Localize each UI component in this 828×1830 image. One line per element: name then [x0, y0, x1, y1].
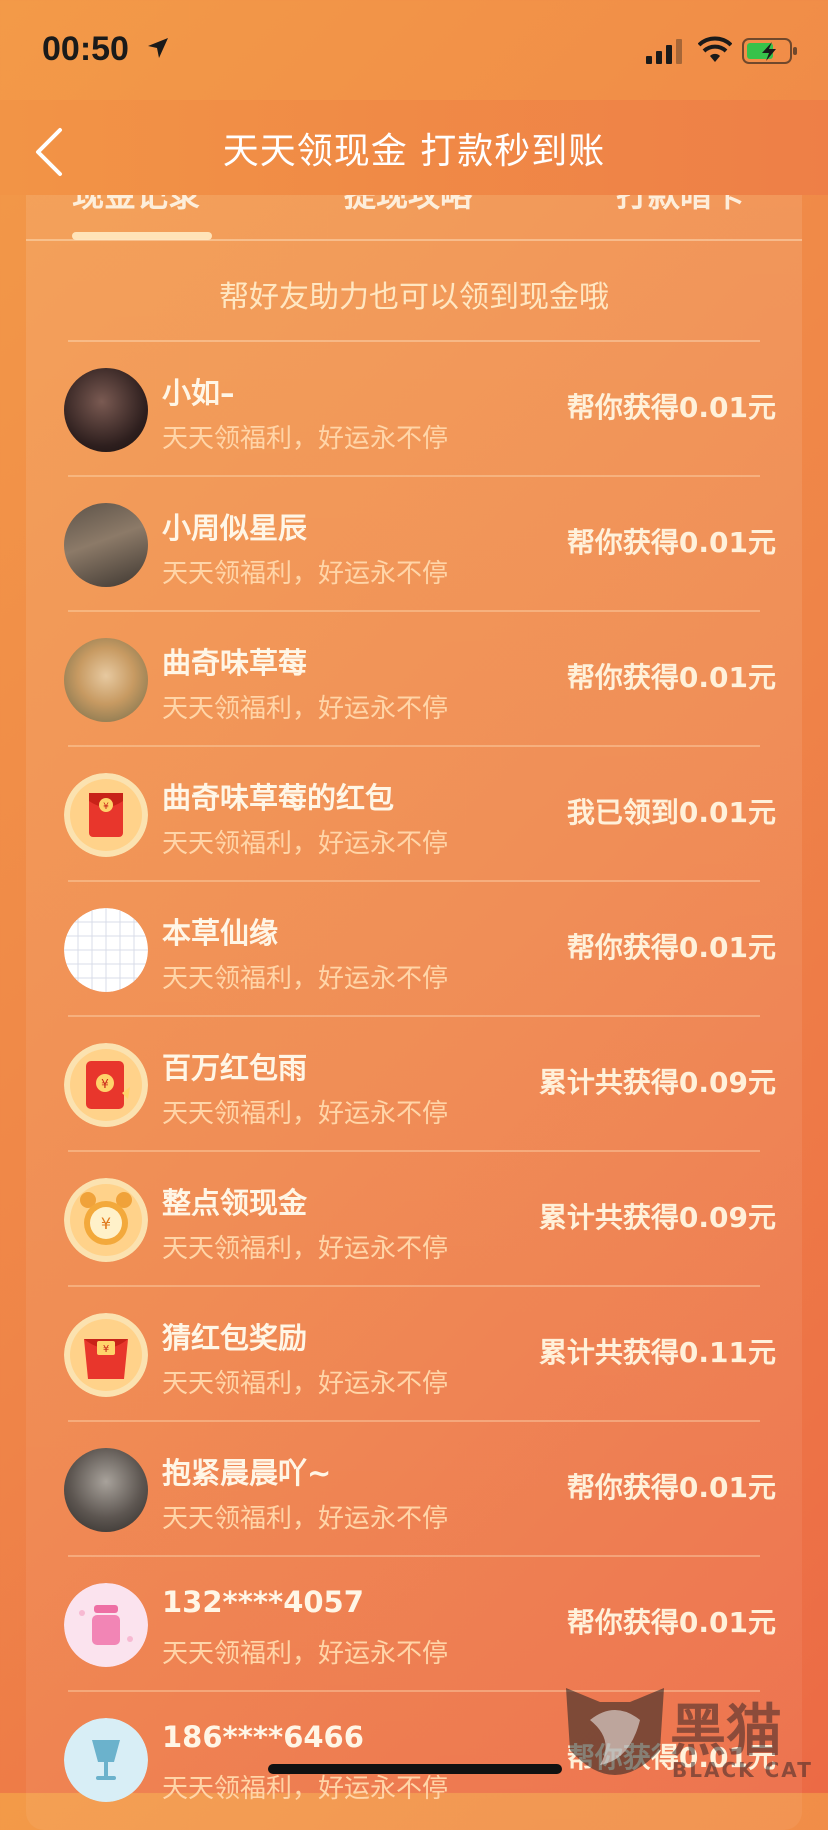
record-amount: 累计共获得0.09元: [538, 1066, 776, 1099]
alarm-clock-icon: ¥: [64, 1178, 148, 1262]
battery-charging-icon: [742, 38, 797, 64]
tabs-divider: [26, 239, 802, 241]
photo-avatar: [64, 503, 148, 587]
status-time: 00:50: [42, 30, 129, 68]
record-amount: 帮你获得0.01元: [566, 1471, 776, 1504]
record-amount: 帮你获得0.01元: [566, 661, 776, 694]
record-amount: 帮你获得0.01元: [566, 931, 776, 964]
watermark-subtext: BLACK CAT: [672, 1758, 813, 1782]
red-envelope-icon: ¥: [64, 773, 148, 857]
record-subtitle: 天天领福利，好运永不停: [162, 1099, 449, 1129]
record-row[interactable]: 小如– 天天领福利，好运永不停 帮你获得0.01元: [0, 342, 828, 477]
watermark-text: 黑猫: [670, 1699, 782, 1764]
invite-hint: 帮好友助力也可以领到现金哦: [219, 280, 609, 315]
record-name: 186****6466: [162, 1720, 364, 1754]
page-title: 天天领现金 打款秒到账: [222, 131, 606, 172]
blue-cup-avatar: [64, 1718, 148, 1802]
record-subtitle: 天天领福利，好运永不停: [162, 1639, 449, 1669]
record-amount: 帮你获得0.01元: [566, 526, 776, 559]
record-name: 小周似星辰: [162, 511, 308, 545]
record-amount: 累计共获得0.09元: [538, 1201, 776, 1234]
watermark: 黑猫 BLACK CAT: [560, 1680, 828, 1793]
record-name: 本草仙缘: [162, 916, 279, 950]
record-amount: 帮你获得0.01元: [566, 1606, 776, 1639]
record-name: 小如–: [162, 376, 235, 410]
record-row[interactable]: ¥ 整点领现金 天天领福利，好运永不停 累计共获得0.09元: [0, 1152, 828, 1287]
record-subtitle: 天天领福利，好运永不停: [162, 424, 449, 454]
svg-text:¥: ¥: [103, 802, 109, 812]
record-name: 猜红包奖励: [162, 1321, 308, 1355]
record-name: 曲奇味草莓的红包: [162, 781, 395, 815]
record-row[interactable]: 132****4057 天天领福利，好运永不停 帮你获得0.01元: [0, 1557, 828, 1692]
svg-text:¥: ¥: [101, 1214, 111, 1233]
photo-avatar: [64, 368, 148, 452]
record-row[interactable]: 本草仙缘 天天领福利，好运永不停 帮你获得0.01元: [0, 882, 828, 1017]
signal-icon: [646, 39, 682, 64]
record-row[interactable]: 抱紧晨晨吖~ 天天领福利，好运永不停 帮你获得0.01元: [0, 1422, 828, 1557]
nav-bar: 天天领现金 打款秒到账: [0, 100, 828, 195]
red-envelope-icon: ¥: [64, 1043, 148, 1127]
record-amount: 累计共获得0.11元: [538, 1336, 776, 1369]
record-row[interactable]: 曲奇味草莓 天天领福利，好运永不停 帮你获得0.01元: [0, 612, 828, 747]
record-row[interactable]: ¥ 曲奇味草莓的红包 天天领福利，好运永不停 我已领到0.01元: [0, 747, 828, 882]
location-arrow-icon: [148, 38, 168, 58]
red-bag-icon: ¥: [64, 1313, 148, 1397]
pink-jar-avatar: [64, 1583, 148, 1667]
svg-text:¥: ¥: [101, 1077, 109, 1091]
status-bar: 00:50: [0, 0, 828, 100]
record-name: 整点领现金: [162, 1186, 308, 1220]
home-indicator[interactable]: [268, 1764, 562, 1774]
grid-avatar: [64, 908, 148, 992]
record-subtitle: 天天领福利，好运永不停: [162, 1504, 449, 1534]
record-subtitle: 天天领福利，好运永不停: [162, 1234, 449, 1264]
record-row[interactable]: 小周似星辰 天天领福利，好运永不停 帮你获得0.01元: [0, 477, 828, 612]
record-amount: 帮你获得0.01元: [566, 391, 776, 424]
record-subtitle: 天天领福利，好运永不停: [162, 964, 449, 994]
record-row[interactable]: ¥ 猜红包奖励 天天领福利，好运永不停 累计共获得0.11元: [0, 1287, 828, 1422]
record-row[interactable]: ¥ 百万红包雨 天天领福利，好运永不停 累计共获得0.09元: [0, 1017, 828, 1152]
black-cat-logo-icon: [566, 1688, 664, 1775]
record-subtitle: 天天领福利，好运永不停: [162, 559, 449, 589]
record-name: 抱紧晨晨吖~: [162, 1456, 332, 1490]
record-subtitle: 天天领福利，好运永不停: [162, 694, 449, 724]
photo-avatar: [64, 1448, 148, 1532]
record-name: 132****4057: [162, 1585, 364, 1619]
record-name: 曲奇味草莓: [162, 646, 308, 680]
record-amount: 我已领到0.01元: [566, 796, 776, 829]
svg-text:¥: ¥: [103, 1344, 109, 1355]
wifi-icon: [698, 36, 732, 62]
record-subtitle: 天天领福利，好运永不停: [162, 829, 449, 859]
record-name: 百万红包雨: [162, 1051, 308, 1085]
cat-photo-avatar: [64, 638, 148, 722]
record-subtitle: 天天领福利，好运永不停: [162, 1369, 449, 1399]
